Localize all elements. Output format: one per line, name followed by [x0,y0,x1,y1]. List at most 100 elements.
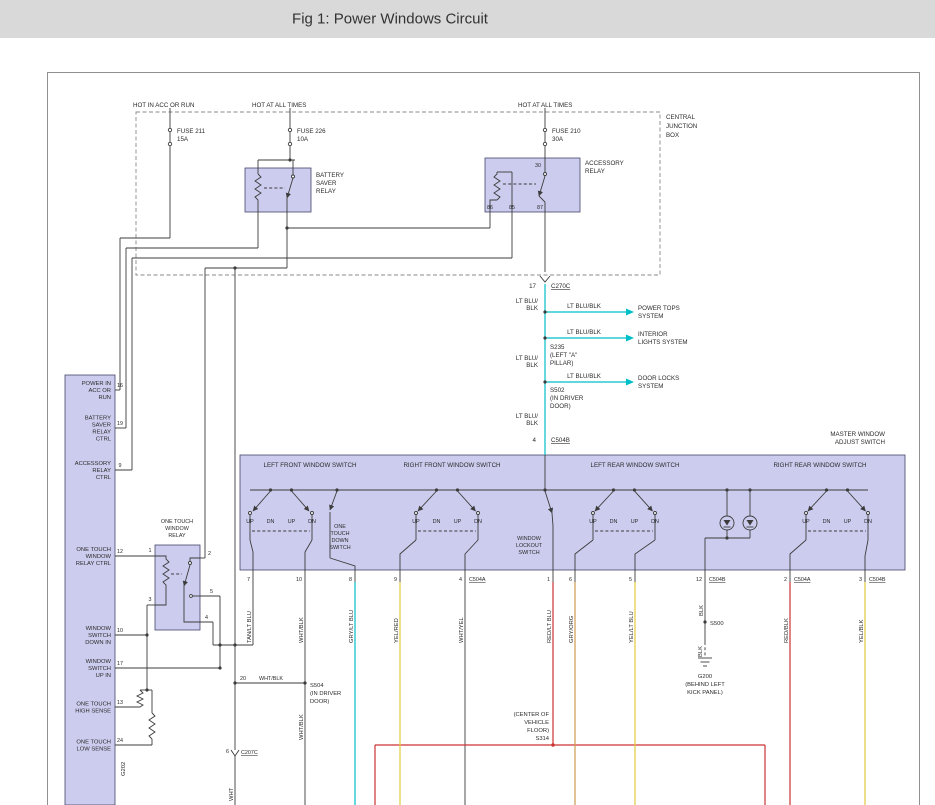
one-touch-relay-title: ONE TOUCH [161,519,193,525]
dest-power-tops: POWER TOPS [638,305,680,312]
pin-number: 9 [394,577,397,583]
module-pin-number: 9 [119,463,122,469]
pin-number: 5 [629,577,632,583]
module-pin-label: WINDOW [86,554,112,560]
lockout-label: WINDOW [517,536,542,542]
module-pin-label: RELAY CTRL [76,561,112,567]
relay-pin-5: 5 [210,589,213,595]
pin-number: 10 [296,577,302,583]
ground-g200-label: G200 [698,674,712,680]
ground-g202-label: G202 [121,762,127,776]
module-pin-number: 10 [117,628,123,634]
battery-saver-relay-label: BATTERY [316,172,344,179]
pin-number: 4 [459,577,462,583]
fuse3-name: FUSE 210 [552,128,581,135]
section-header-lr: LEFT REAR WINDOW SWITCH [591,462,680,469]
dest-door-locks: DOOR LOCKS [638,375,679,382]
dest-power-tops: SYSTEM [638,313,663,320]
wire-color-label: YEL/RED [394,618,400,643]
relay-pin-1: 1 [149,548,152,554]
wire-color-label: BLK [698,646,704,657]
module-pin-label: POWER IN [82,381,111,387]
one-touch-down-label: TOUCH [330,531,349,537]
splice-s314: (CENTER OF [514,712,550,718]
battery-saver-relay-box [244,167,312,213]
relay-pin-4: 4 [205,615,208,621]
one-touch-down-label: ONE [334,524,346,530]
wire-color-label: GRY/LT BLU [349,610,355,643]
dest-interior-lights: LIGHTS SYSTEM [638,339,688,346]
wire-label: LT BLU/BLK [567,373,602,380]
wire-label: LT BLU/ [516,413,538,420]
fuse1-name: FUSE 211 [177,128,206,135]
up-label: UP [246,519,254,525]
ground-g200-label: (BEHIND LEFT [685,682,725,688]
fuse2-name: FUSE 226 [297,128,326,135]
module-pin-label: HIGH SENSE [75,709,111,715]
module-pin-label: SAVER [92,423,111,429]
up-label: UP [454,519,462,525]
one-touch-down-label: DOWN [331,538,348,544]
splice-s314: VEHICLE [524,720,549,726]
fuse1-rating: 15A [177,136,189,143]
module-pin-label: WINDOW [86,626,112,632]
module-pin-label: DOWN IN [85,640,111,646]
fuse3-rating: 30A [552,136,564,143]
splice-s502: (IN DRIVER [550,395,584,402]
module-pin-label: RUN [98,395,111,401]
s314-junction-dot [551,743,555,747]
up-label: UP [589,519,597,525]
module-pin-label: LOW SENSE [77,747,112,753]
c504b-pin: 4 [533,437,537,444]
module-pin-label: RELAY [92,430,111,436]
c270c-connector: C270C [551,283,571,290]
wire-color-label: WHT/BLK [299,617,305,643]
splice-s235: S235 [550,344,565,351]
wire-label: LT BLU/BLK [567,303,602,310]
dn-label: DN [651,519,659,525]
pin-number: 3 [859,577,862,583]
pin-number: 8 [349,577,352,583]
c207c-pin: 6 [226,749,229,755]
relay-pin-3: 3 [149,597,152,603]
relay-pin-2: 2 [208,551,211,557]
wire-label: LT BLU/ [516,355,538,362]
acc-pin-30: 30 [535,163,541,169]
pin-number: 2 [784,577,787,583]
pin-number: 12 [696,577,702,583]
up-label: UP [802,519,810,525]
module-pin-number: 16 [117,383,123,389]
pin-number: 6 [569,577,572,583]
splice-s314: S314 [535,736,549,742]
section-header-rr: RIGHT REAR WINDOW SWITCH [773,462,866,469]
wire-color-label: RED/LT BLU [547,610,553,643]
s504-wire: WHT/BLK [259,676,283,682]
wire-color-label: WHT/YEL [459,616,465,643]
module-pin-label: CTRL [96,437,112,443]
module-pin-number: 13 [117,700,123,706]
master-switch-title: ADJUST SWITCH [835,439,885,446]
pin-number: 1 [547,577,550,583]
wire-label: BLK [526,362,539,369]
diagram-frame [47,72,920,805]
splice-s504: S504 [310,683,324,689]
pin-number: 7 [247,577,250,583]
section-header-lf: LEFT FRONT WINDOW SWITCH [264,462,357,469]
rail2-label: HOT AT ALL TIMES [252,102,306,109]
one-touch-relay-title: WINDOW [165,526,190,532]
dn-label: DN [474,519,482,525]
connector-label: C504B [709,577,726,583]
module-pin-label: RELAY [92,468,111,474]
fuse2-rating: 10A [297,136,309,143]
s504-pin: 20 [240,676,246,682]
lockout-label: LOCKOUT [516,543,543,549]
module-pin-label: BATTERY [85,416,111,422]
connector-label: C504A [469,577,486,583]
module-pin-label: SWITCH [88,666,111,672]
splice-s500: S500 [710,621,724,627]
accessory-relay-label: ACCESSORY [585,160,624,167]
c207c-connector: C207C [241,750,258,756]
dn-label: DN [610,519,618,525]
module-pin-number: 24 [117,738,123,744]
one-touch-relay-title: RELAY [168,533,186,539]
